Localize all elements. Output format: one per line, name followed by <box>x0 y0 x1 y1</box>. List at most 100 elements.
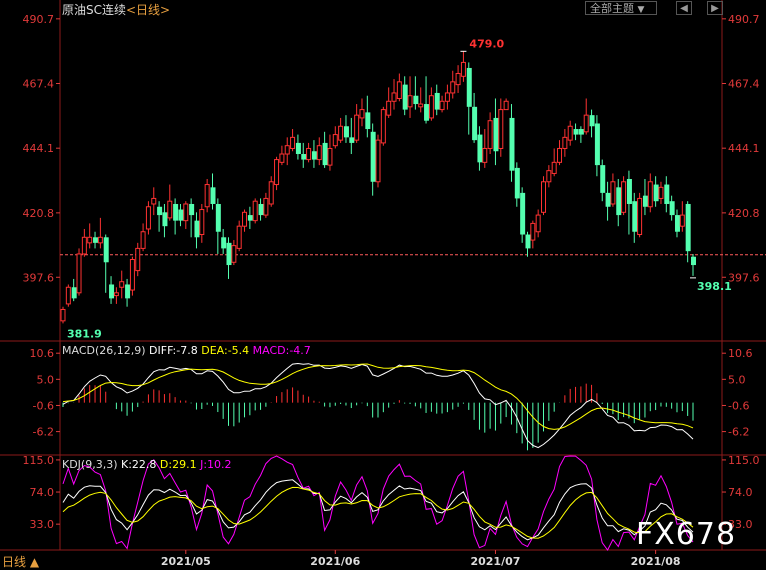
candle-body <box>125 284 131 299</box>
candle-body <box>103 237 109 263</box>
candle-body <box>530 222 536 241</box>
period-label[interactable]: <日线> <box>126 3 170 17</box>
candle-body <box>407 95 413 108</box>
candle-body <box>487 120 493 149</box>
macd-y-tick-label: -6.2 <box>33 426 54 439</box>
candle-body <box>370 131 376 182</box>
chart-title: 原油SC连续<日线> <box>62 1 170 18</box>
y-tick-label: 467.4 <box>23 78 55 91</box>
candle-body <box>509 117 515 171</box>
candle-body <box>231 245 237 263</box>
candle-body <box>637 197 643 236</box>
candle-body <box>391 92 397 102</box>
min-price-label: 381.9 <box>67 327 102 340</box>
candle-body <box>418 103 424 108</box>
candle-body <box>322 142 328 166</box>
candle-body <box>236 225 242 249</box>
candle-body <box>199 209 205 236</box>
macd-y-tick-label: -6.2 <box>728 426 749 439</box>
candle-body <box>621 181 627 213</box>
candle-body <box>140 231 146 249</box>
candle-body <box>279 153 285 163</box>
prev-arrow-icon[interactable]: ◀ <box>676 1 692 15</box>
candle-body <box>284 145 290 155</box>
candle-body <box>466 67 472 107</box>
candle-body <box>658 186 664 199</box>
candle-body <box>93 237 99 243</box>
candle-body <box>642 195 648 207</box>
next-arrow-icon[interactable]: ▶ <box>707 1 723 15</box>
candle-body <box>551 161 557 174</box>
candle-body <box>129 259 135 291</box>
candle-body <box>210 187 216 204</box>
candle-body <box>263 197 269 216</box>
candle-body <box>327 147 333 166</box>
candle-body <box>520 192 526 235</box>
candle-body <box>221 237 227 249</box>
candle-body <box>455 73 461 86</box>
candle-body <box>338 125 344 141</box>
candle-body <box>664 184 670 204</box>
macd-name: MACD(26,12,9) <box>62 344 146 357</box>
candle-body <box>215 203 221 232</box>
candle-body <box>301 154 307 160</box>
candle-body <box>354 114 360 141</box>
y-tick-label: 444.1 <box>728 142 760 155</box>
candle-body <box>605 192 611 207</box>
y-tick-label: 420.8 <box>23 207 55 220</box>
macd-header: MACD(26,12,9) DIFF:-7.8 DEA:-5.4 MACD:-4… <box>62 344 311 357</box>
candle-body <box>632 201 638 232</box>
instrument-name: 原油SC连续 <box>62 3 126 17</box>
candle-body <box>600 165 606 193</box>
kdj-y-tick-label: 74.0 <box>30 486 55 499</box>
chevron-down-icon: ▼ <box>637 5 645 15</box>
candle-body <box>567 125 573 141</box>
candle-body <box>375 139 381 183</box>
macd-value: MACD:-4.7 <box>252 344 311 357</box>
candle-body <box>343 126 349 138</box>
candle-body <box>189 203 195 216</box>
kdj-j: J:10.2 <box>200 458 232 471</box>
candle-body <box>183 203 189 222</box>
theme-select[interactable]: 全部主题 ▼ <box>585 1 657 15</box>
macd-y-tick-label: -0.6 <box>728 399 749 412</box>
kdj-y-tick-label: 74.0 <box>728 486 753 499</box>
candle-body <box>60 308 66 322</box>
x-tick-label: 2021/07 <box>470 555 520 568</box>
candle-body <box>434 92 440 110</box>
candle-body <box>349 137 355 143</box>
candle-body <box>226 242 232 266</box>
background <box>0 0 766 570</box>
macd-y-tick-label: 5.0 <box>728 373 746 386</box>
candle-body <box>691 256 696 266</box>
macd-y-tick-label: 10.6 <box>30 347 55 360</box>
candle-body <box>503 100 509 111</box>
macd-y-tick-label: -0.6 <box>33 399 54 412</box>
period-tab[interactable]: 日线 ▲ <box>2 553 39 570</box>
x-tick-label: 2021/06 <box>310 555 360 568</box>
candle-body <box>477 134 483 163</box>
candle-body <box>157 206 163 216</box>
candle-body <box>685 203 691 252</box>
candle-body <box>274 159 280 186</box>
candle-body <box>359 109 365 119</box>
top-bar: 原油SC连续<日线> 全部主题 ▼ ◀ ▶ <box>0 0 766 18</box>
candle-body <box>669 201 675 216</box>
candle-body <box>87 236 93 244</box>
candle-body <box>135 247 141 272</box>
kdj-k: K:22.8 <box>121 458 157 471</box>
candle-body <box>402 84 408 110</box>
candle-body <box>472 106 478 141</box>
x-tick-label: 2021/08 <box>631 555 681 568</box>
candle-body <box>316 145 322 161</box>
candle-body <box>589 115 595 127</box>
candle-body <box>97 236 103 244</box>
candle-body <box>498 109 504 149</box>
kdj-d: D:29.1 <box>159 458 197 471</box>
candle-body <box>482 147 488 163</box>
candle-body <box>541 181 547 213</box>
y-tick-label: 467.4 <box>728 78 760 91</box>
candle-body <box>594 123 600 166</box>
candle-body <box>424 104 430 121</box>
candle-body <box>450 81 456 94</box>
